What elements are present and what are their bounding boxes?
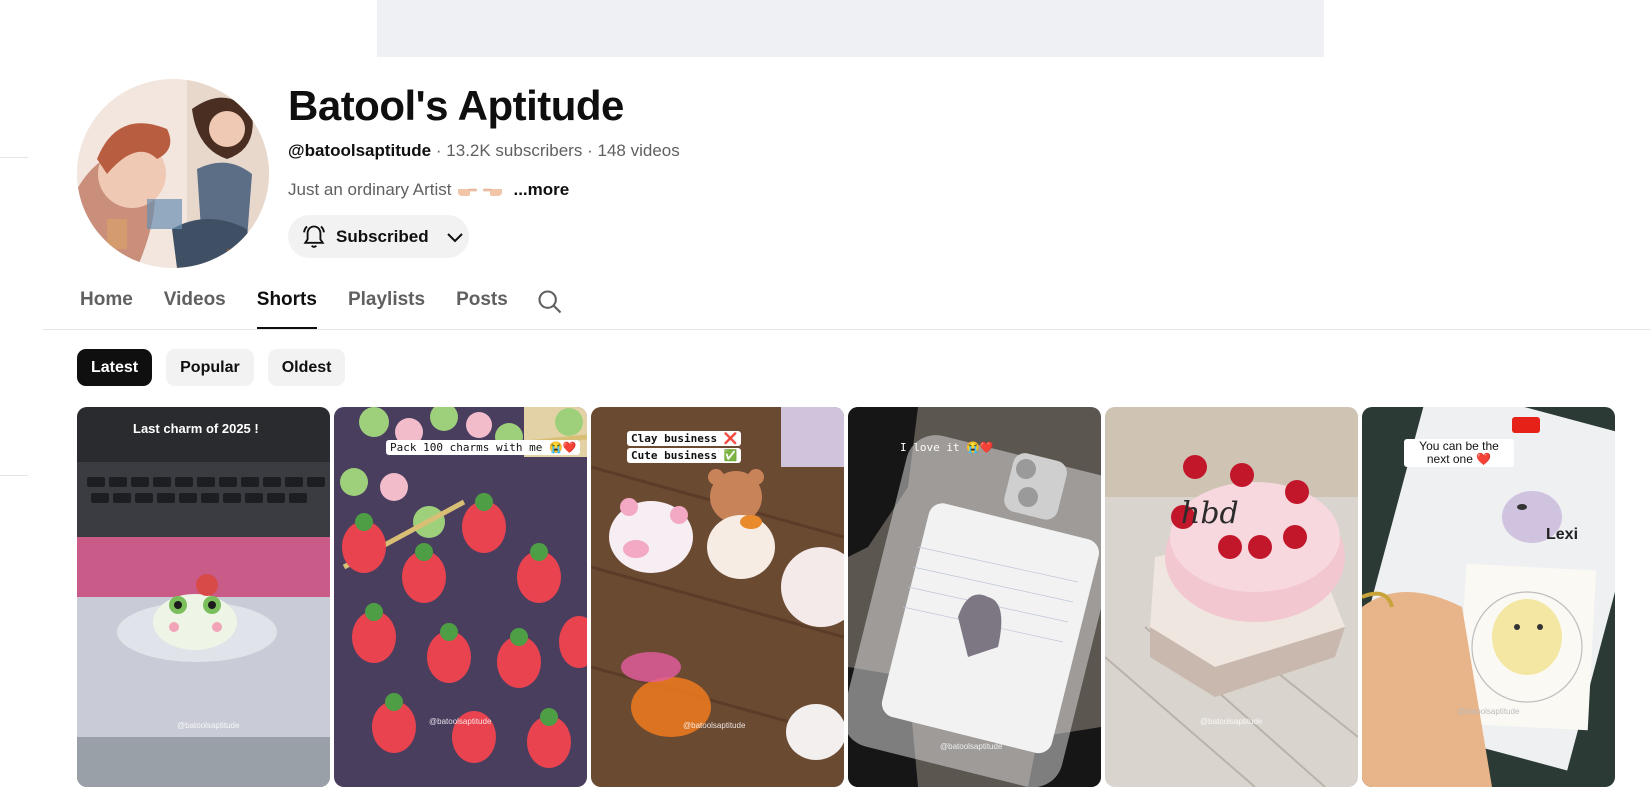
tabs-divider (43, 329, 1650, 330)
short-caption: Last charm of 2025 ! (133, 421, 259, 436)
short-watermark: @batoolsaptitude (1200, 717, 1263, 726)
subscribed-button[interactable]: Subscribed (288, 215, 469, 258)
filter-chips: Latest Popular Oldest (77, 349, 346, 386)
short-thumbnail[interactable]: hbd @batoolsaptitude (1105, 407, 1358, 787)
tab-videos[interactable]: Videos (164, 280, 226, 330)
short-thumbnail[interactable]: Pack 100 charms with me 😭❤️ @batoolsapti… (334, 407, 587, 787)
tab-posts[interactable]: Posts (456, 280, 508, 330)
short-overlay-text: Lexi (1546, 526, 1579, 543)
sidebar-divider (0, 475, 28, 476)
chevron-down-icon (446, 232, 463, 242)
tab-playlists[interactable]: Playlists (348, 280, 425, 330)
short-watermark: @batoolsaptitude (683, 721, 746, 730)
short-image (77, 407, 330, 787)
meta-separator: · (435, 141, 442, 160)
short-thumbnail[interactable]: I love it 😭❤️ @batoolsaptitude (848, 407, 1101, 787)
description-text: Just an ordinary Artist (288, 180, 452, 199)
channel-name: Batool's Aptitude (288, 82, 624, 129)
chip-oldest[interactable]: Oldest (267, 349, 346, 386)
meta-separator: · (587, 141, 593, 160)
short-image (591, 407, 844, 787)
short-image (848, 407, 1101, 787)
search-icon[interactable] (536, 288, 564, 316)
chip-latest[interactable]: Latest (77, 349, 153, 386)
chip-popular[interactable]: Popular (166, 349, 254, 386)
channel-handle[interactable]: @batoolsaptitude (288, 141, 431, 160)
more-link[interactable]: ...more (513, 179, 569, 201)
short-caption: Pack 100 charms with me 😭❤️ (386, 440, 581, 455)
bell-icon (303, 225, 325, 248)
short-caption: Cute business ✅ (627, 448, 742, 463)
channel-description[interactable]: Just an ordinary Artist ...more (288, 179, 569, 201)
short-overlay-text: hbd (1181, 496, 1239, 531)
short-watermark: @batoolsaptitude (429, 717, 492, 726)
subscribed-label: Subscribed (336, 226, 429, 246)
tab-shorts[interactable]: Shorts (256, 280, 318, 330)
short-watermark: @batoolsaptitude (1457, 707, 1520, 716)
short-watermark: @batoolsaptitude (177, 721, 240, 730)
short-caption: Clay business ❌ (627, 431, 742, 446)
sidebar-divider (0, 157, 28, 158)
channel-meta: @batoolsaptitude · 13.2K subscribers · 1… (288, 140, 680, 162)
short-thumbnail[interactable]: Last charm of 2025 ! @batoolsaptitude (77, 407, 330, 787)
short-caption: I love it 😭❤️ (900, 441, 994, 454)
subscriber-count: 13.2K subscribers (446, 141, 583, 160)
video-count: 148 videos (597, 141, 680, 160)
channel-banner (377, 0, 1324, 57)
channel-avatar[interactable] (77, 79, 269, 268)
pointing-hand-icon (458, 188, 478, 196)
short-thumbnail[interactable]: You can be the next one ❤️ Lexi @batools… (1362, 407, 1615, 787)
short-caption: You can be the next one ❤️ (1404, 439, 1514, 467)
channel-tabs: Home Videos Shorts Playlists Posts (80, 280, 562, 330)
short-image (334, 407, 587, 787)
shorts-grid: Last charm of 2025 ! @batoolsaptitude Pa… (77, 407, 1615, 787)
short-image (1105, 407, 1358, 787)
short-thumbnail[interactable]: Clay business ❌ Cute business ✅ @batools… (591, 407, 844, 787)
short-watermark: @batoolsaptitude (940, 742, 1003, 751)
tab-home[interactable]: Home (80, 280, 133, 330)
pointing-hand-icon (483, 188, 503, 196)
